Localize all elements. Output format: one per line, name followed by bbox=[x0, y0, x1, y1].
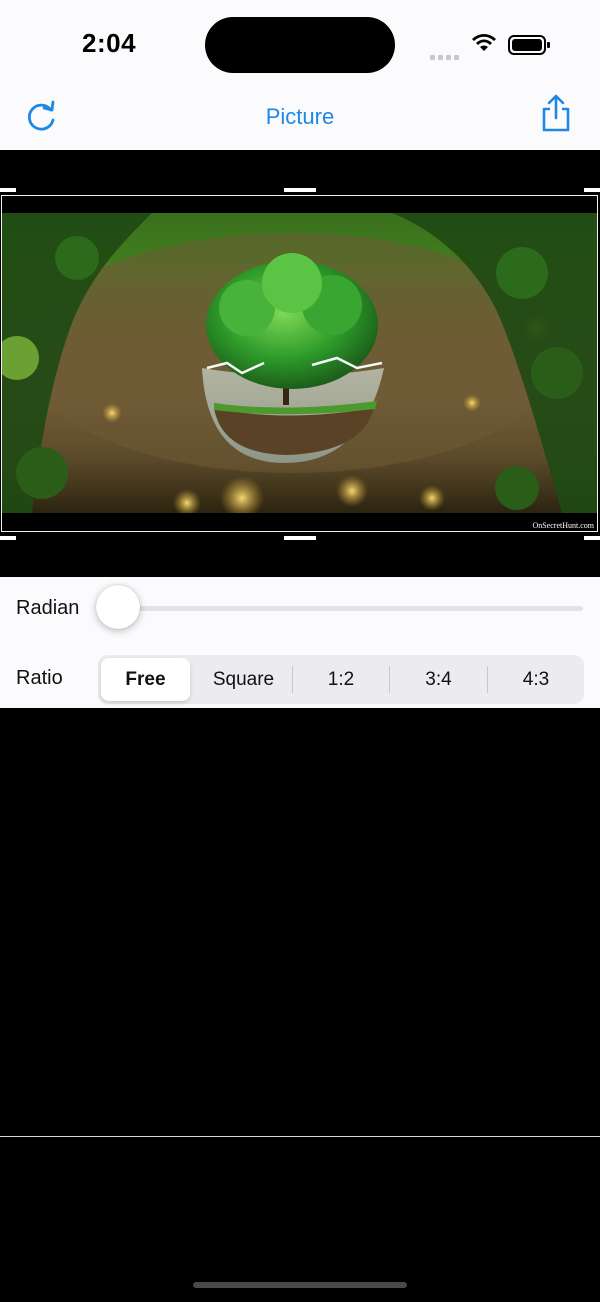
status-time: 2:04 bbox=[82, 28, 137, 58]
crop-handle-top-center[interactable] bbox=[284, 188, 316, 192]
dynamic-island bbox=[205, 17, 395, 73]
share-icon[interactable] bbox=[536, 94, 576, 134]
navigation-bar: Picture bbox=[0, 88, 600, 150]
crop-handle-top-right[interactable] bbox=[584, 188, 600, 192]
home-indicator[interactable] bbox=[193, 1282, 407, 1288]
radian-slider-thumb[interactable] bbox=[96, 585, 140, 629]
crop-canvas[interactable]: OnSecretHunt.com bbox=[0, 150, 600, 577]
status-bar: 2:04 bbox=[0, 0, 600, 88]
controls-panel: Radian Ratio Free Square 1:2 3:4 4:3 bbox=[0, 577, 600, 708]
wifi-icon bbox=[472, 34, 496, 51]
crop-handle-bottom-right[interactable] bbox=[584, 536, 600, 540]
ratio-option-3-4[interactable]: 3:4 bbox=[390, 655, 487, 704]
battery-icon bbox=[508, 35, 550, 55]
ratio-option-4-3[interactable]: 4:3 bbox=[488, 655, 584, 704]
crop-frame[interactable] bbox=[1, 195, 598, 532]
ratio-label: Ratio bbox=[16, 667, 63, 689]
page-title: Picture bbox=[265, 104, 335, 129]
radian-slider-track[interactable] bbox=[118, 606, 583, 611]
ratio-option-square[interactable]: Square bbox=[195, 655, 292, 704]
ratio-option-free[interactable]: Free bbox=[101, 658, 190, 701]
ratio-option-1-2[interactable]: 1:2 bbox=[293, 655, 389, 704]
bottom-divider bbox=[0, 1136, 600, 1137]
crop-handle-bottom-center[interactable] bbox=[284, 536, 316, 540]
crop-handle-bottom-left[interactable] bbox=[0, 536, 16, 540]
radian-label: Radian bbox=[16, 597, 80, 619]
signal-icon bbox=[430, 47, 462, 65]
crop-handle-top-left[interactable] bbox=[0, 188, 16, 192]
ratio-segmented-control: Free Square 1:2 3:4 4:3 bbox=[98, 655, 584, 704]
